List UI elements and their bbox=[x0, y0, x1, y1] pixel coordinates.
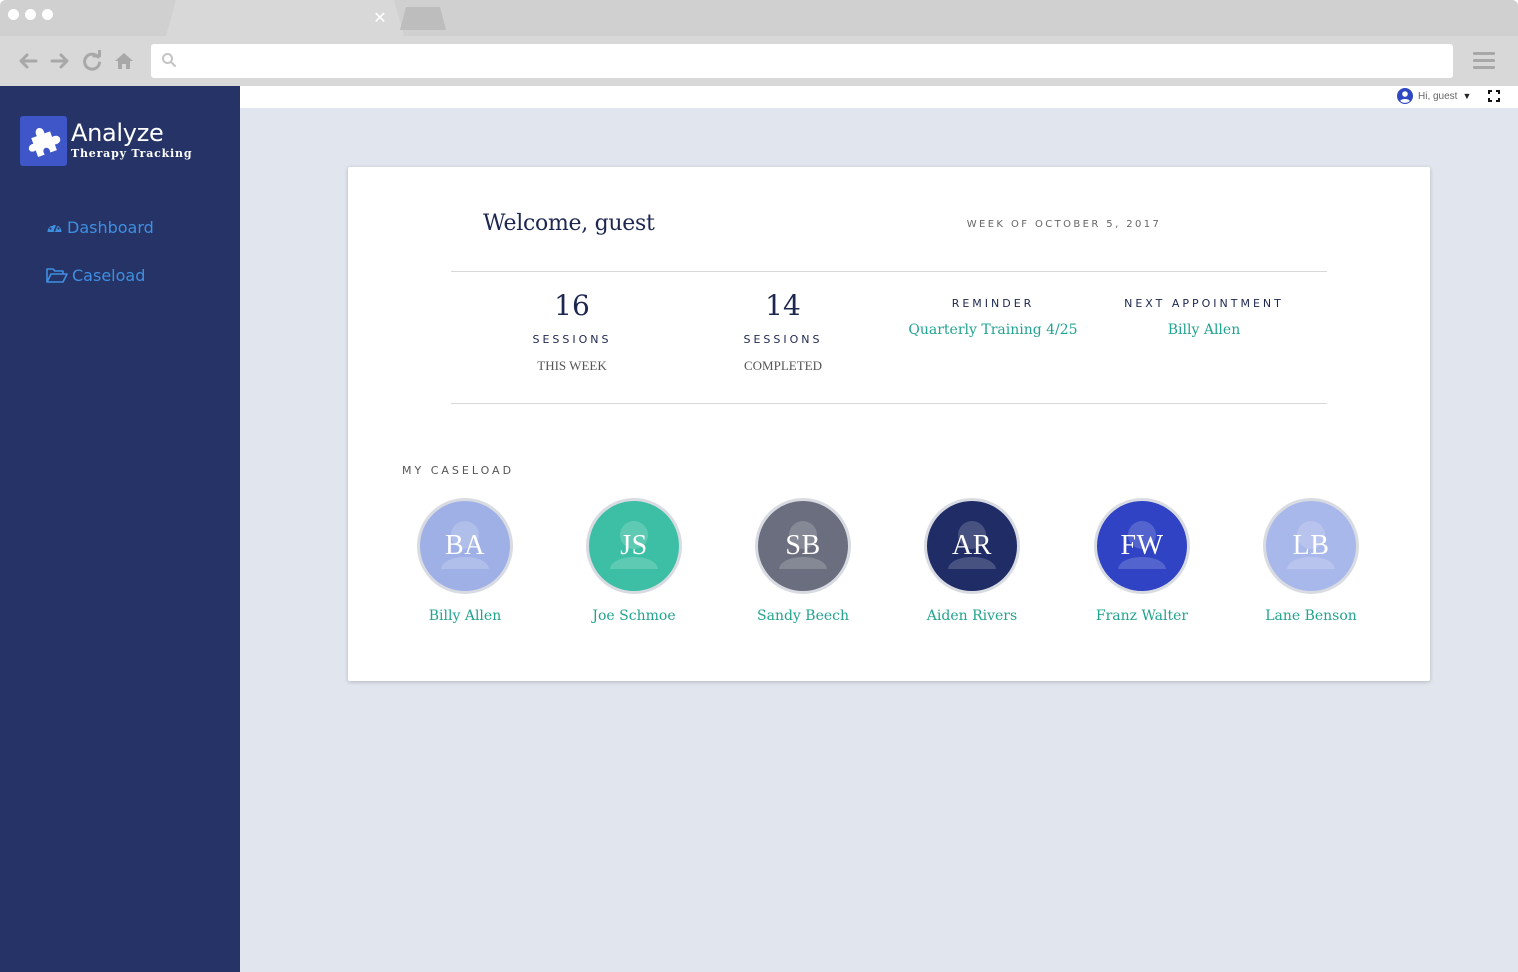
brand-title: Analyze bbox=[71, 119, 164, 147]
avatar[interactable]: AR bbox=[924, 498, 1020, 594]
brand-subtitle: Therapy Tracking bbox=[71, 147, 193, 160]
avatar[interactable]: FW bbox=[1094, 498, 1190, 594]
window-minimize-dot[interactable] bbox=[25, 9, 36, 20]
caseload-person[interactable]: BA Billy Allen bbox=[380, 498, 550, 624]
tab-bar: ✕ bbox=[0, 0, 1518, 36]
window-controls[interactable] bbox=[8, 9, 53, 20]
avatar[interactable]: LB bbox=[1263, 498, 1359, 594]
avatar-initials: SB bbox=[785, 530, 821, 561]
person-name[interactable]: Sandy Beech bbox=[718, 608, 888, 624]
avatar[interactable]: SB bbox=[755, 498, 851, 594]
stat-sessions-this-week: 16 SESSIONS THIS WEEK bbox=[472, 289, 672, 374]
reminder-link[interactable]: Quarterly Training 4/25 bbox=[878, 322, 1108, 338]
browser-chrome: ✕ bbox=[0, 0, 1518, 86]
next-appointment-label: NEXT APPOINTMENT bbox=[1124, 297, 1284, 310]
person-name[interactable]: Lane Benson bbox=[1226, 608, 1396, 624]
dashboard-card: Welcome, guest WEEK OF OCTOBER 5, 2017 1… bbox=[348, 167, 1430, 681]
folder-open-icon bbox=[46, 268, 68, 283]
window-close-dot[interactable] bbox=[8, 9, 19, 20]
main-content: Welcome, guest WEEK OF OCTOBER 5, 2017 1… bbox=[240, 108, 1518, 972]
sidebar-item-caseload[interactable]: Caseload bbox=[46, 266, 145, 285]
caseload-person[interactable]: SB Sandy Beech bbox=[718, 498, 888, 624]
dashboard-icon bbox=[47, 223, 62, 232]
window-maximize-dot[interactable] bbox=[42, 9, 53, 20]
reminder-label: REMINDER bbox=[951, 297, 1035, 310]
sidebar-item-label: Caseload bbox=[72, 266, 146, 285]
app-logo[interactable]: Analyze Therapy Tracking bbox=[20, 116, 192, 166]
reload-icon[interactable] bbox=[81, 50, 103, 72]
search-icon bbox=[162, 53, 176, 67]
caseload-heading: MY CASELOAD bbox=[402, 464, 515, 477]
stat-label: SESSIONS bbox=[743, 333, 823, 346]
next-appointment-link[interactable]: Billy Allen bbox=[1089, 322, 1319, 338]
avatar-initials: FW bbox=[1120, 530, 1164, 561]
user-avatar-icon bbox=[1397, 88, 1413, 104]
avatar-initials: AR bbox=[952, 530, 992, 561]
person-name[interactable]: Aiden Rivers bbox=[887, 608, 1057, 624]
browser-menu-icon[interactable] bbox=[1473, 52, 1495, 70]
sidebar: Analyze Therapy Tracking Dashboard Casel… bbox=[0, 86, 240, 972]
stat-sessions-completed: 14 SESSIONS COMPLETED bbox=[683, 289, 883, 374]
person-name[interactable]: Franz Walter bbox=[1057, 608, 1227, 624]
avatar[interactable]: BA bbox=[417, 498, 513, 594]
app-topbar: Hi, guest ▼ bbox=[240, 86, 1518, 108]
avatar-initials: LB bbox=[1292, 530, 1330, 561]
person-name[interactable]: Billy Allen bbox=[380, 608, 550, 624]
caseload-person[interactable]: FW Franz Walter bbox=[1057, 498, 1227, 624]
stat-sublabel: THIS WEEK bbox=[537, 358, 607, 373]
caseload-person[interactable]: AR Aiden Rivers bbox=[887, 498, 1057, 624]
address-bar[interactable] bbox=[151, 44, 1453, 78]
browser-toolbar bbox=[0, 36, 1518, 86]
stat-label: SESSIONS bbox=[532, 333, 612, 346]
sidebar-item-dashboard[interactable]: Dashboard bbox=[46, 218, 154, 237]
reminder-block: REMINDER Quarterly Training 4/25 bbox=[878, 297, 1108, 338]
sidebar-item-label: Dashboard bbox=[67, 218, 154, 237]
divider bbox=[451, 403, 1327, 404]
avatar[interactable]: JS bbox=[586, 498, 682, 594]
new-tab-button[interactable] bbox=[400, 7, 446, 30]
caseload-person[interactable]: JS Joe Schmoe bbox=[549, 498, 719, 624]
browser-tab[interactable] bbox=[166, 0, 404, 36]
stat-value: 14 bbox=[765, 289, 801, 322]
divider bbox=[451, 271, 1327, 272]
welcome-heading: Welcome, guest bbox=[483, 211, 655, 236]
user-greeting: Hi, guest bbox=[1418, 90, 1458, 102]
fullscreen-icon[interactable] bbox=[1488, 90, 1500, 102]
avatar-initials: BA bbox=[445, 530, 485, 561]
next-appointment-block: NEXT APPOINTMENT Billy Allen bbox=[1089, 297, 1319, 338]
back-arrow-icon[interactable] bbox=[17, 50, 39, 72]
week-label: WEEK OF OCTOBER 5, 2017 bbox=[966, 219, 1162, 230]
home-icon[interactable] bbox=[113, 50, 135, 72]
caret-down-icon: ▼ bbox=[1462, 91, 1472, 101]
person-name[interactable]: Joe Schmoe bbox=[549, 608, 719, 624]
stat-sublabel: COMPLETED bbox=[744, 358, 822, 373]
forward-arrow-icon[interactable] bbox=[49, 50, 71, 72]
puzzle-piece-icon bbox=[20, 116, 67, 166]
user-menu[interactable]: Hi, guest ▼ bbox=[1397, 88, 1471, 104]
avatar-initials: JS bbox=[620, 530, 648, 561]
tab-close-icon[interactable]: ✕ bbox=[373, 8, 387, 28]
caseload-person[interactable]: LB Lane Benson bbox=[1226, 498, 1396, 624]
stat-value: 16 bbox=[554, 289, 590, 322]
